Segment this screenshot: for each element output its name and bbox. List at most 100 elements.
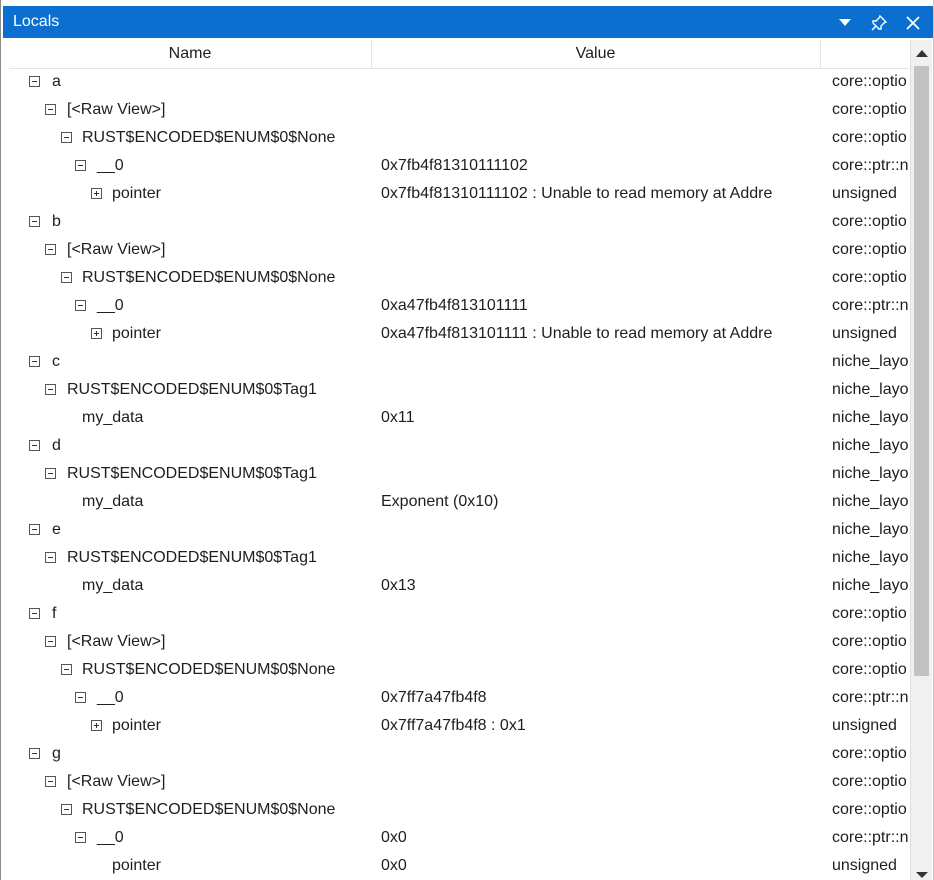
row-value-cell[interactable]: 0x7ff7a47fb4f8 (381, 684, 819, 712)
tree-row[interactable]: pointer 0x7ff7a47fb4f8 : 0x1 unsigned (9, 712, 909, 740)
collapse-minus-icon[interactable] (29, 608, 40, 619)
column-header-value[interactable]: Value (371, 40, 821, 68)
tree-row[interactable]: [<Raw View>] core::optio (9, 628, 909, 656)
row-value-cell[interactable] (381, 236, 819, 264)
row-value-cell[interactable] (381, 656, 819, 684)
tree-row[interactable]: e niche_layo (9, 516, 909, 544)
collapse-minus-icon[interactable] (29, 216, 40, 227)
tree-row[interactable]: __0 0xa47fb4f813101111 core::ptr::n (9, 292, 909, 320)
row-type-cell: niche_layo (832, 353, 909, 370)
tree-row[interactable]: pointer 0x0 unsigned (9, 852, 909, 880)
collapse-minus-icon[interactable] (45, 776, 56, 787)
collapse-minus-icon[interactable] (29, 524, 40, 535)
collapse-minus-icon[interactable] (61, 132, 72, 143)
row-value-cell[interactable] (381, 460, 819, 488)
collapse-minus-icon[interactable] (29, 356, 40, 367)
tree-row[interactable]: a core::optio (9, 68, 909, 96)
row-name-cell: __0 (9, 152, 371, 180)
tree-row[interactable]: __0 0x7ff7a47fb4f8 core::ptr::n (9, 684, 909, 712)
row-value-cell[interactable] (381, 264, 819, 292)
row-value-cell[interactable] (381, 208, 819, 236)
tree-row[interactable]: RUST$ENCODED$ENUM$0$Tag1 niche_layo (9, 544, 909, 572)
tree-row[interactable]: b core::optio (9, 208, 909, 236)
tree-row[interactable]: pointer 0xa47fb4f813101111 : Unable to re… (9, 320, 909, 348)
tree-row[interactable]: RUST$ENCODED$ENUM$0$None core::optio (9, 264, 909, 292)
scroll-down-button[interactable] (913, 870, 930, 880)
collapse-minus-icon[interactable] (29, 76, 40, 87)
tree-row[interactable]: my_data 0x11 niche_layo (9, 404, 909, 432)
row-value-cell[interactable] (381, 348, 819, 376)
collapse-minus-icon[interactable] (45, 244, 56, 255)
row-value-cell[interactable]: Exponent (0x10) (381, 488, 819, 516)
row-value-cell[interactable] (381, 544, 819, 572)
row-type-cell: core::optio (832, 73, 907, 90)
collapse-minus-icon[interactable] (61, 804, 72, 815)
tree-row[interactable]: RUST$ENCODED$ENUM$0$None core::optio (9, 656, 909, 684)
row-value-cell[interactable]: 0x13 (381, 572, 819, 600)
tree-row[interactable]: RUST$ENCODED$ENUM$0$None core::optio (9, 124, 909, 152)
tree-row[interactable]: my_data 0x13 niche_layo (9, 572, 909, 600)
column-header-type[interactable] (820, 40, 909, 68)
collapse-minus-icon[interactable] (75, 300, 86, 311)
tree-row[interactable]: [<Raw View>] core::optio (9, 768, 909, 796)
collapse-minus-icon[interactable] (45, 636, 56, 647)
row-value-cell[interactable]: 0xa47fb4f813101111 : Unable to read memo… (381, 320, 819, 348)
tree-row[interactable]: pointer 0x7fb4f81310111102 : Unable to re… (9, 180, 909, 208)
close-button[interactable] (899, 6, 927, 38)
collapse-minus-icon[interactable] (29, 440, 40, 451)
row-name-label: RUST$ENCODED$ENUM$0$Tag1 (67, 465, 317, 482)
tree-row[interactable]: RUST$ENCODED$ENUM$0$None core::optio (9, 796, 909, 824)
row-value-cell[interactable] (381, 600, 819, 628)
row-name-cell: [<Raw View>] (9, 236, 371, 264)
collapse-minus-icon[interactable] (61, 664, 72, 675)
tree-row[interactable]: __0 0x0 core::ptr::n (9, 824, 909, 852)
tree-row[interactable]: RUST$ENCODED$ENUM$0$Tag1 niche_layo (9, 376, 909, 404)
vertical-scrollbar[interactable] (910, 40, 932, 880)
tree-row[interactable]: __0 0x7fb4f81310111102 core::ptr::n (9, 152, 909, 180)
tree-row[interactable]: c niche_layo (9, 348, 909, 376)
tree-row[interactable]: [<Raw View>] core::optio (9, 236, 909, 264)
window-options-button[interactable] (831, 6, 859, 38)
row-value-cell[interactable] (381, 796, 819, 824)
collapse-minus-icon[interactable] (45, 104, 56, 115)
collapse-minus-icon[interactable] (45, 468, 56, 479)
row-value-cell[interactable]: 0x7fb4f81310111102 : Unable to read memo… (381, 180, 819, 208)
row-value-cell[interactable] (381, 768, 819, 796)
row-value-cell[interactable] (381, 68, 819, 96)
row-type-cell: niche_layo (832, 521, 909, 538)
row-value-cell[interactable] (381, 376, 819, 404)
collapse-minus-icon[interactable] (75, 160, 86, 171)
row-value-cell[interactable] (381, 432, 819, 460)
collapse-minus-icon[interactable] (75, 832, 86, 843)
row-name-cell: e (9, 516, 371, 544)
row-value-cell[interactable]: 0x11 (381, 404, 819, 432)
tree-row[interactable]: d niche_layo (9, 432, 909, 460)
row-value-cell[interactable]: 0x0 (381, 824, 819, 852)
tree-row[interactable]: my_data Exponent (0x10) niche_layo (9, 488, 909, 516)
scroll-up-button[interactable] (913, 44, 930, 62)
expand-plus-icon[interactable] (91, 188, 102, 199)
row-value-cell[interactable] (381, 628, 819, 656)
collapse-minus-icon[interactable] (75, 692, 86, 703)
collapse-minus-icon[interactable] (61, 272, 72, 283)
row-value-cell[interactable]: 0x7fb4f81310111102 (381, 152, 819, 180)
scrollbar-thumb[interactable] (914, 66, 929, 676)
expand-plus-icon[interactable] (91, 720, 102, 731)
row-value-cell[interactable] (381, 124, 819, 152)
tree-row[interactable]: g core::optio (9, 740, 909, 768)
column-header-name[interactable]: Name (9, 40, 372, 68)
tree-row[interactable]: RUST$ENCODED$ENUM$0$Tag1 niche_layo (9, 460, 909, 488)
row-value-cell[interactable] (381, 96, 819, 124)
row-value-cell[interactable]: 0xa47fb4f813101111 (381, 292, 819, 320)
row-value-cell[interactable] (381, 740, 819, 768)
expand-plus-icon[interactable] (91, 328, 102, 339)
collapse-minus-icon[interactable] (45, 384, 56, 395)
row-value-cell[interactable] (381, 516, 819, 544)
collapse-minus-icon[interactable] (45, 552, 56, 563)
tree-row[interactable]: [<Raw View>] core::optio (9, 96, 909, 124)
collapse-minus-icon[interactable] (29, 748, 40, 759)
pin-button[interactable] (865, 6, 893, 38)
row-value-cell[interactable]: 0x0 (381, 852, 819, 880)
row-value-cell[interactable]: 0x7ff7a47fb4f8 : 0x1 (381, 712, 819, 740)
tree-row[interactable]: f core::optio (9, 600, 909, 628)
